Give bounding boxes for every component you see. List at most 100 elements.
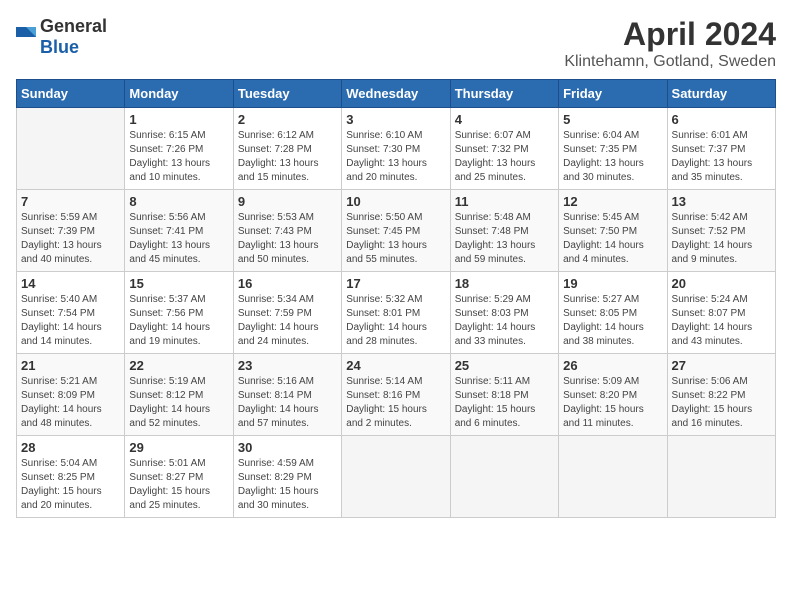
day-info: Sunrise: 5:42 AM Sunset: 7:52 PM Dayligh…	[672, 211, 771, 267]
day-number: 27	[672, 358, 771, 373]
logo-icon	[16, 27, 36, 47]
logo-blue-text: Blue	[40, 37, 79, 57]
header: General Blue April 2024 Klintehamn, Gotl…	[16, 16, 776, 71]
location-title: Klintehamn, Gotland, Sweden	[564, 53, 776, 71]
calendar-cell: 28 Sunrise: 5:04 AM Sunset: 8:25 PM Dayl…	[17, 436, 125, 518]
day-number: 16	[238, 276, 337, 291]
day-info: Sunrise: 5:40 AM Sunset: 7:54 PM Dayligh…	[21, 293, 120, 349]
day-number: 3	[346, 112, 445, 127]
calendar-week-row-2: 14 Sunrise: 5:40 AM Sunset: 7:54 PM Dayl…	[17, 272, 776, 354]
calendar-cell: 22 Sunrise: 5:19 AM Sunset: 8:12 PM Dayl…	[125, 354, 233, 436]
day-info: Sunrise: 5:37 AM Sunset: 7:56 PM Dayligh…	[129, 293, 228, 349]
day-number: 28	[21, 440, 120, 455]
day-number: 20	[672, 276, 771, 291]
calendar-cell: 21 Sunrise: 5:21 AM Sunset: 8:09 PM Dayl…	[17, 354, 125, 436]
day-number: 5	[563, 112, 662, 127]
day-info: Sunrise: 6:10 AM Sunset: 7:30 PM Dayligh…	[346, 129, 445, 185]
day-info: Sunrise: 5:24 AM Sunset: 8:07 PM Dayligh…	[672, 293, 771, 349]
calendar-cell	[17, 108, 125, 190]
calendar-table: SundayMondayTuesdayWednesdayThursdayFrid…	[16, 79, 776, 518]
calendar-cell: 12 Sunrise: 5:45 AM Sunset: 7:50 PM Dayl…	[559, 190, 667, 272]
title-area: April 2024 Klintehamn, Gotland, Sweden	[564, 16, 776, 71]
weekday-header-row: SundayMondayTuesdayWednesdayThursdayFrid…	[17, 80, 776, 108]
calendar-cell	[450, 436, 558, 518]
calendar-cell: 11 Sunrise: 5:48 AM Sunset: 7:48 PM Dayl…	[450, 190, 558, 272]
day-number: 19	[563, 276, 662, 291]
weekday-header-thursday: Thursday	[450, 80, 558, 108]
day-number: 10	[346, 194, 445, 209]
weekday-header-saturday: Saturday	[667, 80, 775, 108]
day-number: 12	[563, 194, 662, 209]
day-info: Sunrise: 5:53 AM Sunset: 7:43 PM Dayligh…	[238, 211, 337, 267]
calendar-week-row-0: 1 Sunrise: 6:15 AM Sunset: 7:26 PM Dayli…	[17, 108, 776, 190]
day-info: Sunrise: 6:12 AM Sunset: 7:28 PM Dayligh…	[238, 129, 337, 185]
calendar-cell: 10 Sunrise: 5:50 AM Sunset: 7:45 PM Dayl…	[342, 190, 450, 272]
calendar-cell: 3 Sunrise: 6:10 AM Sunset: 7:30 PM Dayli…	[342, 108, 450, 190]
calendar-cell	[342, 436, 450, 518]
weekday-header-sunday: Sunday	[17, 80, 125, 108]
day-number: 1	[129, 112, 228, 127]
calendar-cell: 13 Sunrise: 5:42 AM Sunset: 7:52 PM Dayl…	[667, 190, 775, 272]
day-number: 21	[21, 358, 120, 373]
day-number: 17	[346, 276, 445, 291]
day-number: 18	[455, 276, 554, 291]
day-info: Sunrise: 5:45 AM Sunset: 7:50 PM Dayligh…	[563, 211, 662, 267]
logo-general-text: General	[40, 16, 107, 36]
month-title: April 2024	[564, 16, 776, 53]
day-number: 23	[238, 358, 337, 373]
day-number: 2	[238, 112, 337, 127]
day-info: Sunrise: 5:56 AM Sunset: 7:41 PM Dayligh…	[129, 211, 228, 267]
day-number: 4	[455, 112, 554, 127]
calendar-cell: 9 Sunrise: 5:53 AM Sunset: 7:43 PM Dayli…	[233, 190, 341, 272]
calendar-cell: 26 Sunrise: 5:09 AM Sunset: 8:20 PM Dayl…	[559, 354, 667, 436]
calendar-cell: 1 Sunrise: 6:15 AM Sunset: 7:26 PM Dayli…	[125, 108, 233, 190]
calendar-cell: 8 Sunrise: 5:56 AM Sunset: 7:41 PM Dayli…	[125, 190, 233, 272]
calendar-cell	[667, 436, 775, 518]
day-info: Sunrise: 4:59 AM Sunset: 8:29 PM Dayligh…	[238, 457, 337, 513]
day-number: 30	[238, 440, 337, 455]
calendar-cell: 17 Sunrise: 5:32 AM Sunset: 8:01 PM Dayl…	[342, 272, 450, 354]
weekday-header-monday: Monday	[125, 80, 233, 108]
weekday-header-friday: Friday	[559, 80, 667, 108]
day-info: Sunrise: 5:06 AM Sunset: 8:22 PM Dayligh…	[672, 375, 771, 431]
weekday-header-tuesday: Tuesday	[233, 80, 341, 108]
day-number: 29	[129, 440, 228, 455]
calendar-week-row-4: 28 Sunrise: 5:04 AM Sunset: 8:25 PM Dayl…	[17, 436, 776, 518]
calendar-cell: 6 Sunrise: 6:01 AM Sunset: 7:37 PM Dayli…	[667, 108, 775, 190]
day-info: Sunrise: 6:15 AM Sunset: 7:26 PM Dayligh…	[129, 129, 228, 185]
day-info: Sunrise: 5:09 AM Sunset: 8:20 PM Dayligh…	[563, 375, 662, 431]
logo: General Blue	[16, 16, 107, 58]
day-number: 13	[672, 194, 771, 209]
day-info: Sunrise: 5:16 AM Sunset: 8:14 PM Dayligh…	[238, 375, 337, 431]
day-number: 15	[129, 276, 228, 291]
day-info: Sunrise: 5:50 AM Sunset: 7:45 PM Dayligh…	[346, 211, 445, 267]
day-info: Sunrise: 5:29 AM Sunset: 8:03 PM Dayligh…	[455, 293, 554, 349]
calendar-cell: 15 Sunrise: 5:37 AM Sunset: 7:56 PM Dayl…	[125, 272, 233, 354]
day-info: Sunrise: 6:07 AM Sunset: 7:32 PM Dayligh…	[455, 129, 554, 185]
day-number: 22	[129, 358, 228, 373]
day-number: 11	[455, 194, 554, 209]
calendar-cell: 14 Sunrise: 5:40 AM Sunset: 7:54 PM Dayl…	[17, 272, 125, 354]
day-info: Sunrise: 5:27 AM Sunset: 8:05 PM Dayligh…	[563, 293, 662, 349]
day-number: 7	[21, 194, 120, 209]
calendar-cell: 23 Sunrise: 5:16 AM Sunset: 8:14 PM Dayl…	[233, 354, 341, 436]
calendar-cell: 29 Sunrise: 5:01 AM Sunset: 8:27 PM Dayl…	[125, 436, 233, 518]
calendar-cell: 18 Sunrise: 5:29 AM Sunset: 8:03 PM Dayl…	[450, 272, 558, 354]
day-number: 14	[21, 276, 120, 291]
day-number: 24	[346, 358, 445, 373]
day-info: Sunrise: 5:04 AM Sunset: 8:25 PM Dayligh…	[21, 457, 120, 513]
day-info: Sunrise: 5:01 AM Sunset: 8:27 PM Dayligh…	[129, 457, 228, 513]
day-info: Sunrise: 5:19 AM Sunset: 8:12 PM Dayligh…	[129, 375, 228, 431]
day-info: Sunrise: 5:48 AM Sunset: 7:48 PM Dayligh…	[455, 211, 554, 267]
day-info: Sunrise: 5:11 AM Sunset: 8:18 PM Dayligh…	[455, 375, 554, 431]
day-info: Sunrise: 6:01 AM Sunset: 7:37 PM Dayligh…	[672, 129, 771, 185]
calendar-cell: 5 Sunrise: 6:04 AM Sunset: 7:35 PM Dayli…	[559, 108, 667, 190]
calendar-cell: 27 Sunrise: 5:06 AM Sunset: 8:22 PM Dayl…	[667, 354, 775, 436]
day-info: Sunrise: 5:32 AM Sunset: 8:01 PM Dayligh…	[346, 293, 445, 349]
day-info: Sunrise: 5:34 AM Sunset: 7:59 PM Dayligh…	[238, 293, 337, 349]
calendar-week-row-1: 7 Sunrise: 5:59 AM Sunset: 7:39 PM Dayli…	[17, 190, 776, 272]
day-number: 26	[563, 358, 662, 373]
calendar-cell: 4 Sunrise: 6:07 AM Sunset: 7:32 PM Dayli…	[450, 108, 558, 190]
calendar-cell: 7 Sunrise: 5:59 AM Sunset: 7:39 PM Dayli…	[17, 190, 125, 272]
weekday-header-wednesday: Wednesday	[342, 80, 450, 108]
